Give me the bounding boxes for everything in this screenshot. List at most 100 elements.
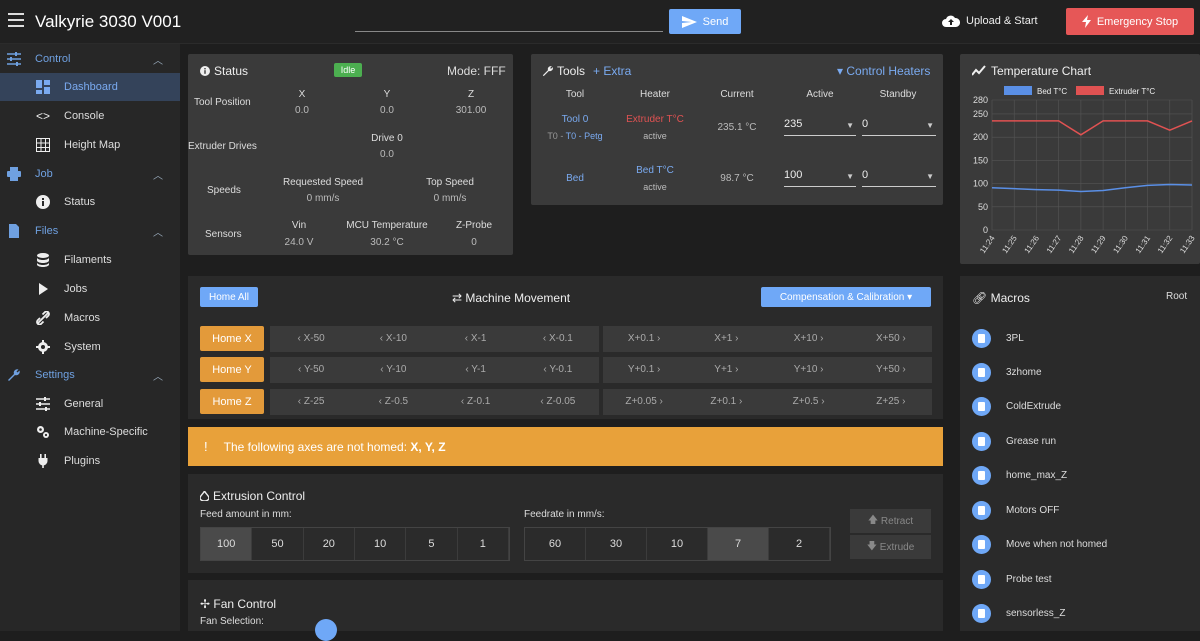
jog-step-label: X-0.1: [548, 333, 573, 344]
sidebar-item-console[interactable]: <> Console: [0, 102, 180, 130]
jog-x-10-button[interactable]: ‹ X-10: [352, 326, 434, 352]
sidebar-item-jobs[interactable]: Jobs: [0, 275, 180, 303]
sidebar-item-dashboard[interactable]: Dashboard: [0, 73, 180, 101]
send-button[interactable]: Send: [669, 9, 741, 34]
extra-link[interactable]: + Extra: [593, 64, 631, 78]
home-all-button[interactable]: Home All: [200, 287, 258, 307]
jog-y-1-button[interactable]: ‹ Y-1: [435, 357, 517, 383]
x-tick-label: 11:25: [1000, 234, 1019, 256]
tool-0-filament[interactable]: T0 - Petg: [566, 131, 603, 141]
jog-z+0.05-button[interactable]: Z+0.05 ›: [603, 389, 685, 415]
feed-10-button[interactable]: 10: [354, 528, 407, 560]
jog-z-0.05-button[interactable]: ‹ Z-0.05: [517, 389, 599, 415]
sidebar-item-filaments[interactable]: Filaments: [0, 246, 180, 274]
link-icon: [36, 311, 50, 325]
macro-item[interactable]: Move when not homed: [972, 532, 1192, 556]
sidebar-section-control[interactable]: Control ︿: [0, 45, 180, 73]
top-bar: Valkyrie 3030 V001 Send Upload & Start E…: [0, 0, 1200, 44]
retract-button[interactable]: 🡅 Retract: [850, 509, 931, 533]
vin-value: 24.0 V: [284, 237, 314, 248]
sidebar-item-plugins[interactable]: Plugins: [0, 447, 180, 475]
extruder-active-select[interactable]: 235 ▼: [784, 118, 856, 136]
rate-2-button[interactable]: 2: [769, 528, 830, 560]
macro-item[interactable]: 3PL: [972, 326, 1192, 350]
y-tick-label: 150: [973, 155, 988, 165]
rate-60-button[interactable]: 60: [525, 528, 586, 560]
sidebar-item-machine-specific[interactable]: Machine-Specific: [0, 418, 180, 446]
jog-step-label: Y+1: [714, 364, 733, 375]
menu-icon[interactable]: [8, 13, 24, 27]
upload-start-button[interactable]: Upload & Start: [942, 15, 1038, 27]
rate-30-button[interactable]: 30: [586, 528, 647, 560]
tool-0-link[interactable]: Tool 0: [545, 114, 605, 125]
command-input[interactable]: [355, 31, 663, 32]
macro-item[interactable]: sensorless_Z: [972, 601, 1192, 625]
bed-link[interactable]: Bed: [545, 173, 605, 184]
macro-item[interactable]: Motors OFF: [972, 498, 1192, 522]
jog-x+1-button[interactable]: X+1 ›: [685, 326, 767, 352]
jog-x-50-button[interactable]: ‹ X-50: [270, 326, 352, 352]
sidebar-item-height-map[interactable]: Height Map: [0, 131, 180, 159]
requested-speed-label: Requested Speed: [282, 177, 364, 188]
rate-7-button[interactable]: 7: [708, 528, 769, 560]
compensation-label: Compensation & Calibration: [779, 291, 905, 303]
home-z-button[interactable]: Home Z: [200, 389, 264, 414]
extruder-heater-link[interactable]: Extruder T°C: [615, 114, 695, 125]
extrude-button[interactable]: 🡇 Extrude: [850, 535, 931, 559]
jog-x+0.1-button[interactable]: X+0.1 ›: [603, 326, 685, 352]
arrow-down-icon: 🡇: [866, 540, 880, 552]
macro-item[interactable]: ColdExtrude: [972, 394, 1192, 418]
send-label: Send: [702, 15, 729, 28]
macro-item[interactable]: Grease run: [972, 429, 1192, 453]
jog-z-0.5-button[interactable]: ‹ Z-0.5: [352, 389, 434, 415]
feed-1-button[interactable]: 1: [457, 528, 509, 560]
rate-10-button[interactable]: 10: [647, 528, 708, 560]
emergency-stop-button[interactable]: Emergency Stop: [1066, 8, 1194, 35]
jog-x-0.1-button[interactable]: ‹ X-0.1: [517, 326, 599, 352]
home-x-button[interactable]: Home X: [200, 326, 264, 351]
bed-standby-select[interactable]: 0 ▼: [862, 169, 936, 187]
jog-y-50-button[interactable]: ‹ Y-50: [270, 357, 352, 383]
macro-item[interactable]: home_max_Z: [972, 463, 1192, 487]
bed-active-select[interactable]: 100 ▼: [784, 169, 856, 187]
jog-y+1-button[interactable]: Y+1 ›: [685, 357, 767, 383]
macro-item[interactable]: Probe test: [972, 567, 1192, 591]
control-heaters-link[interactable]: ▾ Control Heaters: [837, 64, 930, 78]
bed-heater-link[interactable]: Bed T°C: [615, 165, 695, 176]
jog-y-10-button[interactable]: ‹ Y-10: [352, 357, 434, 383]
jog-y+10-button[interactable]: Y+10 ›: [768, 357, 850, 383]
jog-x+50-button[interactable]: X+50 ›: [850, 326, 932, 352]
feed-5-button[interactable]: 5: [406, 528, 458, 560]
legend-swatch: [1004, 86, 1032, 95]
jog-z-0.1-button[interactable]: ‹ Z-0.1: [435, 389, 517, 415]
jog-z+0.5-button[interactable]: Z+0.5 ›: [768, 389, 850, 415]
fan-selection-button[interactable]: [315, 619, 337, 641]
jog-z+25-button[interactable]: Z+25 ›: [850, 389, 932, 415]
sidebar-section-job[interactable]: Job ︿: [0, 160, 180, 188]
jog-x-1-button[interactable]: ‹ X-1: [435, 326, 517, 352]
jog-y-0.1-button[interactable]: ‹ Y-0.1: [517, 357, 599, 383]
sidebar-item-macros[interactable]: Macros: [0, 304, 180, 332]
home-y-button[interactable]: Home Y: [200, 357, 264, 382]
extruder-standby-select[interactable]: 0 ▼: [862, 118, 936, 136]
macro-item[interactable]: 3zhome: [972, 360, 1192, 384]
bed-standby-value: 0: [862, 169, 869, 181]
sidebar-item-status[interactable]: Status: [0, 188, 180, 216]
sidebar-section-settings[interactable]: Settings ︿: [0, 361, 180, 389]
feed-50-button[interactable]: 50: [252, 528, 304, 560]
sidebar-item-system[interactable]: System: [0, 333, 180, 361]
feed-20-button[interactable]: 20: [303, 528, 355, 560]
jog-z+0.1-button[interactable]: Z+0.1 ›: [685, 389, 767, 415]
jog-y+0.1-button[interactable]: Y+0.1 ›: [603, 357, 685, 383]
jog-step-label: Y-50: [303, 364, 325, 375]
compensation-calibration-button[interactable]: Compensation & Calibration ▾: [761, 287, 931, 307]
feed-100-button[interactable]: 100: [201, 528, 253, 560]
jog-z-25-button[interactable]: ‹ Z-25: [270, 389, 352, 415]
mcu-temp-value: 30.2 °C: [370, 237, 404, 248]
sidebar-section-files[interactable]: Files ︿: [0, 217, 180, 245]
macros-root-breadcrumb[interactable]: Root: [1166, 291, 1187, 302]
sidebar-item-general[interactable]: General: [0, 390, 180, 418]
plug-icon: [38, 454, 48, 468]
jog-x+10-button[interactable]: X+10 ›: [768, 326, 850, 352]
jog-y+50-button[interactable]: Y+50 ›: [850, 357, 932, 383]
